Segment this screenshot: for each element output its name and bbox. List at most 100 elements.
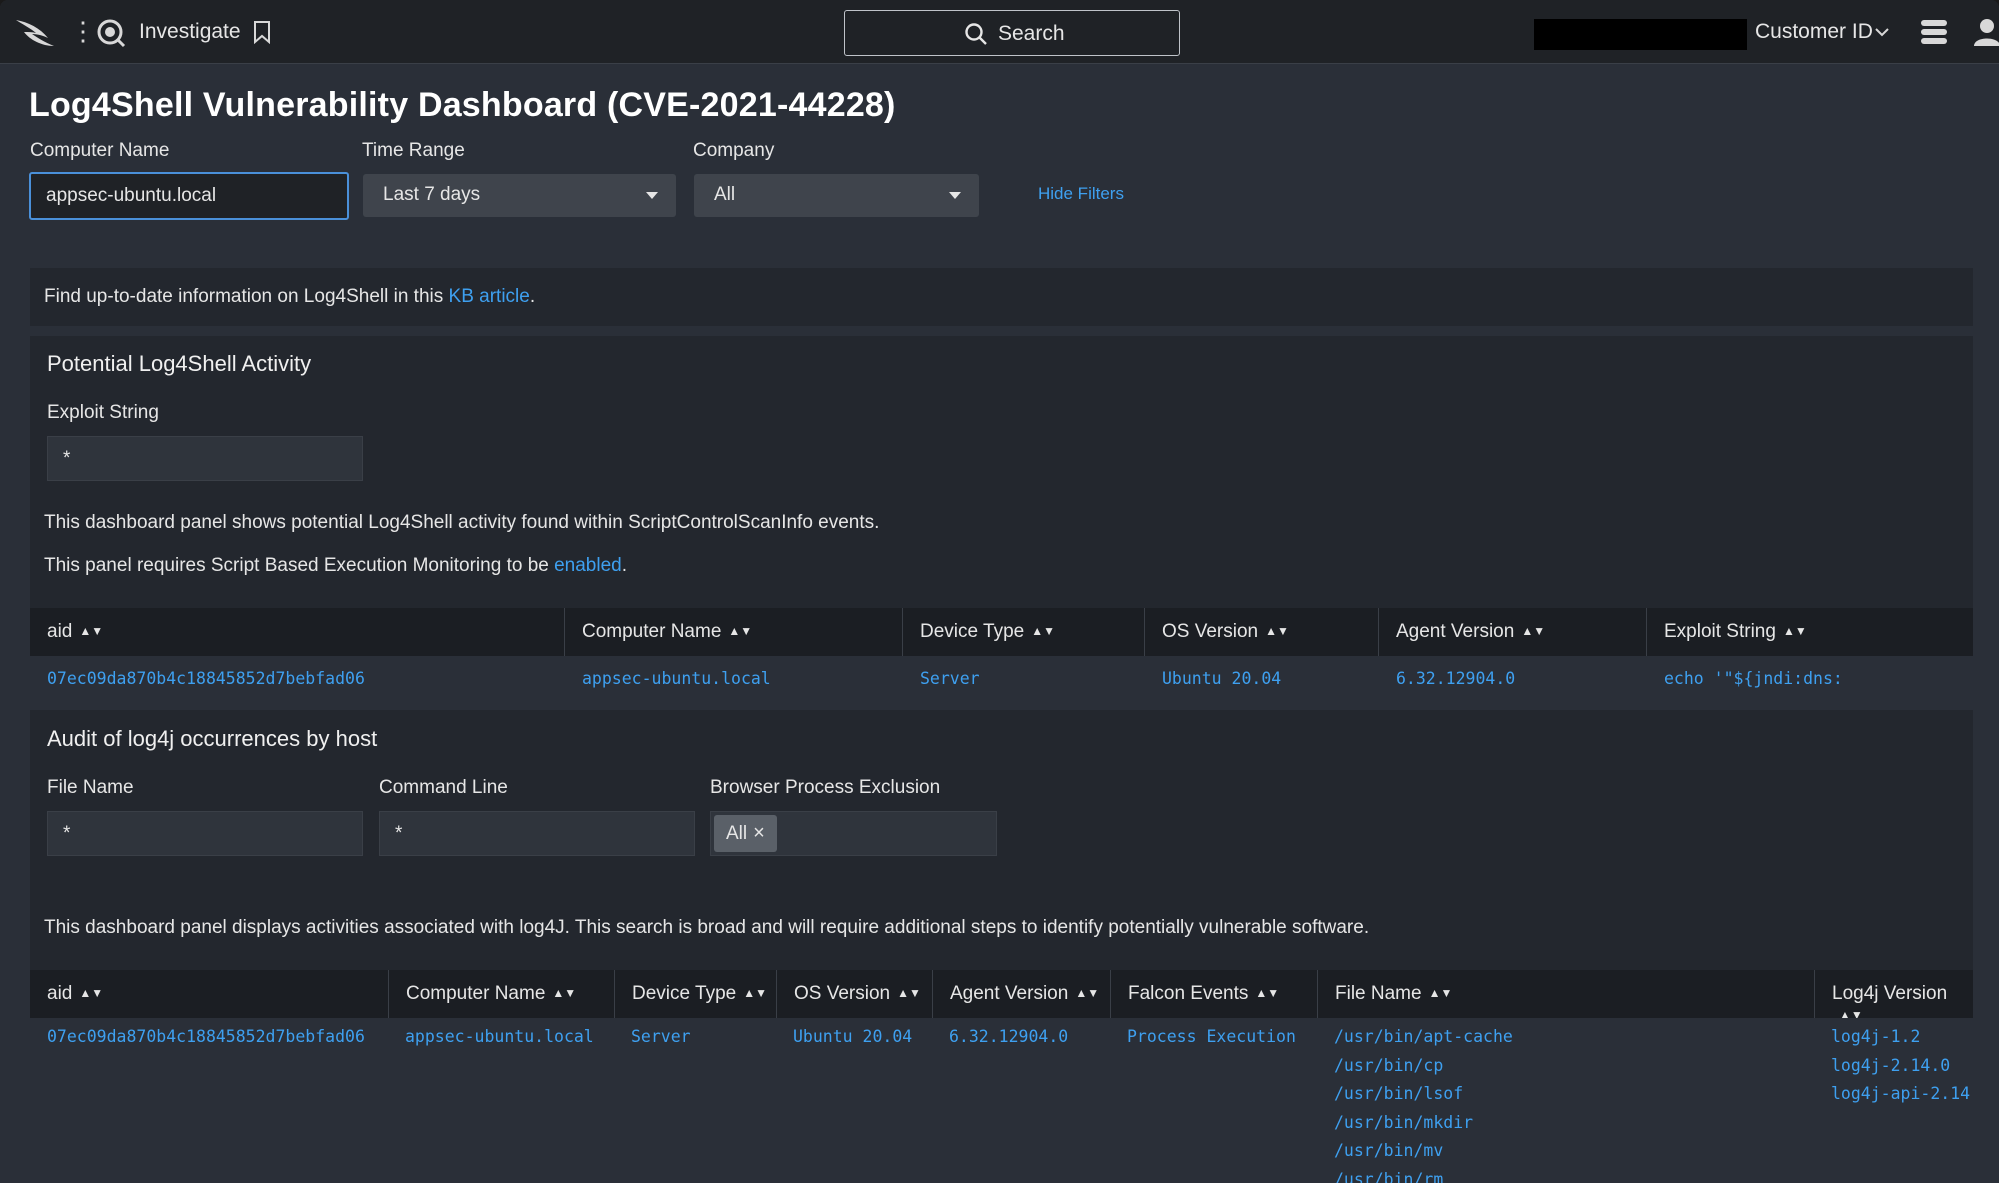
log4j-audit-panel: Audit of log4j occurrences by host File … — [30, 710, 1973, 1183]
customer-id-dropdown[interactable]: Customer ID — [1755, 20, 1873, 44]
file-name-link[interactable]: /usr/bin/cp — [1334, 1052, 1513, 1081]
column-label: Computer Name — [406, 983, 546, 1004]
cell-aid[interactable]: 07ec09da870b4c18845852d7bebfad06 — [47, 1023, 365, 1052]
page-title: Log4Shell Vulnerability Dashboard (CVE-2… — [29, 86, 896, 124]
sort-icon: ▲▼ — [1075, 986, 1100, 1000]
column-label: Exploit String — [1664, 621, 1776, 642]
sort-icon: ▲▼ — [728, 624, 753, 638]
panel-title: Audit of log4j occurrences by host — [47, 726, 378, 751]
cell-exploit-string[interactable]: echo '"${jndi:dns: — [1664, 665, 1843, 694]
file-name-label: File Name — [47, 777, 134, 798]
file-name-link[interactable]: /usr/bin/rm — [1334, 1166, 1513, 1183]
cell-agent-version[interactable]: 6.32.12904.0 — [1396, 665, 1515, 694]
command-line-input[interactable]: * — [379, 811, 695, 856]
search-icon — [965, 23, 987, 45]
cell-computer-name[interactable]: appsec-ubuntu.local — [405, 1023, 594, 1052]
top-bar: ⋮ Investigate Search Customer ID — [0, 0, 1999, 64]
hide-filters-link[interactable]: Hide Filters — [1038, 184, 1124, 204]
sort-icon: ▲▼ — [552, 986, 577, 1000]
file-name-link[interactable]: /usr/bin/apt-cache — [1334, 1023, 1513, 1052]
computer-name-input[interactable]: appsec-ubuntu.local — [29, 172, 349, 220]
time-range-value: Last 7 days — [383, 184, 481, 205]
column-header-computer-name[interactable]: Computer Name ▲▼ — [388, 970, 614, 1018]
column-header-aid[interactable]: aid ▲▼ — [30, 970, 388, 1018]
sort-icon: ▲▼ — [79, 624, 104, 638]
column-header-os-version[interactable]: OS Version ▲▼ — [1144, 608, 1378, 656]
cell-log4j-versions: log4j-1.2 log4j-2.14.0 log4j-api-2.14 — [1831, 1023, 1973, 1109]
file-name-input[interactable]: * — [47, 811, 363, 856]
bookmark-icon[interactable] — [252, 20, 272, 44]
kb-article-link[interactable]: KB article — [449, 286, 530, 307]
command-line-value: * — [395, 823, 403, 844]
log4j-version-link[interactable]: log4j-1.2 — [1831, 1023, 1973, 1052]
audit-table-header: aid ▲▼ Computer Name ▲▼ Device Type ▲▼ OS V… — [30, 970, 1973, 1022]
app-name: Investigate — [139, 20, 241, 43]
exploit-string-value: * — [63, 448, 71, 469]
activity-table-header: aid ▲▼ Computer Name ▲▼ Device Type ▲▼ OS V… — [30, 608, 1973, 656]
column-label: File Name — [1335, 983, 1422, 1004]
log4shell-activity-panel: Potential Log4Shell Activity Exploit Str… — [30, 336, 1973, 702]
column-header-falcon-events[interactable]: Falcon Events ▲▼ — [1110, 970, 1317, 1018]
log4j-version-link[interactable]: log4j-2.14.0 — [1831, 1052, 1973, 1081]
company-value: All — [714, 184, 736, 205]
requirement-text: This panel requires Script Based Executi… — [44, 555, 555, 576]
close-icon[interactable]: × — [753, 822, 765, 844]
column-header-aid[interactable]: aid ▲▼ — [30, 608, 564, 656]
column-header-agent-version[interactable]: Agent Version ▲▼ — [932, 970, 1110, 1018]
cell-falcon-events[interactable]: Process Execution — [1127, 1023, 1296, 1052]
browser-exclusion-label: Browser Process Exclusion — [710, 777, 941, 798]
column-label: OS Version — [1162, 621, 1259, 642]
caret-down-icon — [949, 192, 961, 199]
cell-aid[interactable]: 07ec09da870b4c18845852d7bebfad06 — [47, 665, 365, 694]
table-row: 07ec09da870b4c18845852d7bebfad06 appsec-… — [30, 1018, 1973, 1183]
cell-os-version[interactable]: Ubuntu 20.04 — [1162, 665, 1281, 694]
file-name-link[interactable]: /usr/bin/mkdir — [1334, 1109, 1513, 1138]
cell-os-version[interactable]: Ubuntu 20.04 — [793, 1023, 912, 1052]
cell-agent-version[interactable]: 6.32.12904.0 — [949, 1023, 1068, 1052]
column-label: aid — [47, 983, 73, 1004]
file-name-link[interactable]: /usr/bin/mv — [1334, 1137, 1513, 1166]
column-header-computer-name[interactable]: Computer Name ▲▼ — [564, 608, 902, 656]
sort-icon: ▲▼ — [1428, 986, 1453, 1000]
column-label: Log4j Version — [1832, 983, 1948, 1004]
time-range-select[interactable]: Last 7 days — [363, 174, 676, 217]
falcon-logo-icon[interactable] — [14, 14, 58, 50]
column-header-os-version[interactable]: OS Version ▲▼ — [776, 970, 932, 1018]
panel-description: This dashboard panel displays activities… — [44, 917, 1370, 938]
cell-device-type[interactable]: Server — [631, 1023, 691, 1052]
exploit-string-input[interactable]: * — [47, 436, 363, 481]
column-header-exploit-string[interactable]: Exploit String ▲▼ — [1646, 608, 1973, 656]
column-header-device-type[interactable]: Device Type ▲▼ — [902, 608, 1144, 656]
search-label: Search — [998, 22, 1065, 45]
token-label: All — [726, 823, 748, 844]
column-header-device-type[interactable]: Device Type ▲▼ — [614, 970, 776, 1018]
enabled-link[interactable]: enabled — [554, 555, 622, 576]
column-label: Device Type — [632, 983, 737, 1004]
global-search-button[interactable]: Search — [844, 10, 1180, 56]
column-header-log4j-version[interactable]: Log4j Version▲▼ — [1814, 970, 1973, 1022]
info-text: Find up-to-date information on Log4Shell… — [44, 286, 535, 308]
sort-icon: ▲▼ — [79, 986, 104, 1000]
redacted-area — [1534, 19, 1747, 50]
stack-icon[interactable] — [1918, 16, 1950, 48]
browser-exclusion-input[interactable]: All × — [710, 811, 997, 856]
sort-icon: ▲▼ — [897, 986, 921, 1000]
log4j-version-link[interactable]: log4j-api-2.14 — [1831, 1080, 1973, 1109]
column-header-agent-version[interactable]: Agent Version ▲▼ — [1378, 608, 1646, 656]
column-label: Agent Version — [1396, 621, 1515, 642]
exploit-string-label: Exploit String — [47, 402, 159, 423]
user-icon[interactable] — [1972, 16, 1999, 48]
company-select[interactable]: All — [694, 174, 979, 217]
column-label: Computer Name — [582, 621, 722, 642]
table-row: 07ec09da870b4c18845852d7bebfad06 appsec-… — [30, 656, 1973, 702]
file-name-link[interactable]: /usr/bin/lsof — [1334, 1080, 1513, 1109]
chevron-down-icon[interactable] — [1874, 22, 1890, 42]
cell-device-type[interactable]: Server — [920, 665, 980, 694]
caret-down-icon — [646, 192, 658, 199]
filter-token[interactable]: All × — [714, 815, 777, 852]
cell-computer-name[interactable]: appsec-ubuntu.local — [582, 665, 771, 694]
panel-description: This dashboard panel shows potential Log… — [44, 512, 880, 533]
sort-icon: ▲▼ — [1031, 624, 1055, 638]
column-header-file-name[interactable]: File Name ▲▼ — [1317, 970, 1814, 1018]
more-menu-icon[interactable]: ⋮ — [70, 18, 96, 48]
